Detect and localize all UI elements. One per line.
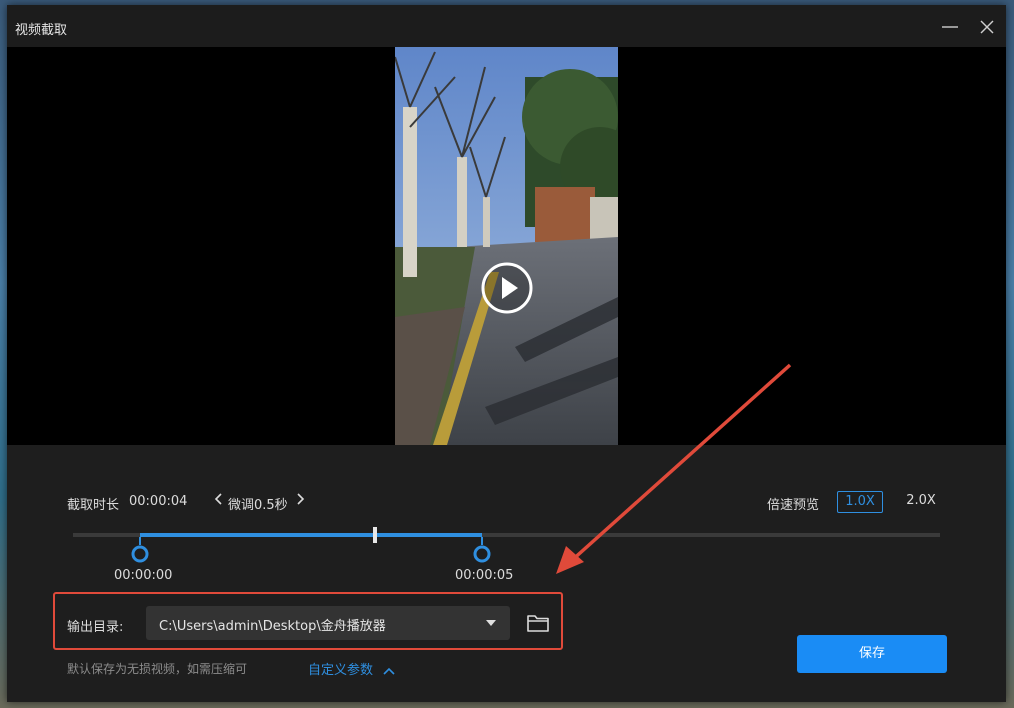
close-button[interactable]	[977, 17, 997, 37]
start-handle-icon	[131, 537, 149, 563]
speed-preview-label: 倍速预览	[767, 498, 820, 513]
output-directory-path: C:\Users\admin\Desktop\金舟播放器	[159, 619, 386, 634]
video-preview[interactable]	[7, 47, 1006, 445]
title-bar: 视频截取	[7, 5, 1006, 47]
timeline-selection	[140, 533, 482, 537]
chevron-left-icon	[214, 493, 222, 505]
fine-tune-next-button[interactable]	[295, 492, 305, 510]
play-icon	[481, 262, 533, 314]
fine-tune-prev-button[interactable]	[214, 492, 224, 510]
duration-label: 截取时长	[67, 498, 120, 513]
trim-controls: 截取时长 00:00:04 微调0.5秒 倍速预览 1.0X 2.0X 00:0…	[7, 445, 1006, 702]
video-thumbnail	[395, 47, 618, 445]
fine-tune-label: 微调0.5秒	[228, 498, 288, 513]
lossless-note: 默认保存为无损视频，如需压缩可	[67, 662, 248, 676]
close-icon	[980, 20, 994, 34]
start-time: 00:00:00	[114, 568, 173, 583]
end-handle-icon	[473, 537, 491, 563]
play-button[interactable]	[481, 262, 533, 314]
save-button[interactable]: 保存	[797, 635, 947, 673]
output-directory-label: 输出目录:	[67, 620, 124, 635]
start-handle[interactable]	[130, 537, 150, 569]
speed-2x-button[interactable]: 2.0X	[898, 491, 944, 513]
custom-params-link[interactable]: 自定义参数	[308, 659, 395, 678]
duration-value: 00:00:04	[129, 494, 188, 509]
end-handle[interactable]	[472, 537, 492, 569]
folder-icon	[527, 615, 549, 632]
chevron-up-icon	[383, 667, 395, 675]
custom-params-label: 自定义参数	[308, 663, 374, 678]
video-trim-window: 视频截取 截取时长 00:00:04 微调0.5秒 倍速预览 1.0X 2.0X…	[7, 5, 1006, 702]
video-frame	[395, 47, 618, 445]
minimize-button[interactable]	[940, 17, 960, 37]
output-directory-select[interactable]: C:\Users\admin\Desktop\金舟播放器	[146, 606, 510, 640]
browse-folder-button[interactable]	[526, 612, 550, 634]
minimize-icon	[942, 26, 958, 28]
end-time: 00:00:05	[455, 568, 514, 583]
playhead-marker[interactable]	[373, 527, 377, 543]
dropdown-caret-icon	[486, 620, 496, 626]
window-title: 视频截取	[15, 23, 68, 38]
speed-1x-button[interactable]: 1.0X	[837, 491, 883, 513]
chevron-right-icon	[297, 493, 305, 505]
